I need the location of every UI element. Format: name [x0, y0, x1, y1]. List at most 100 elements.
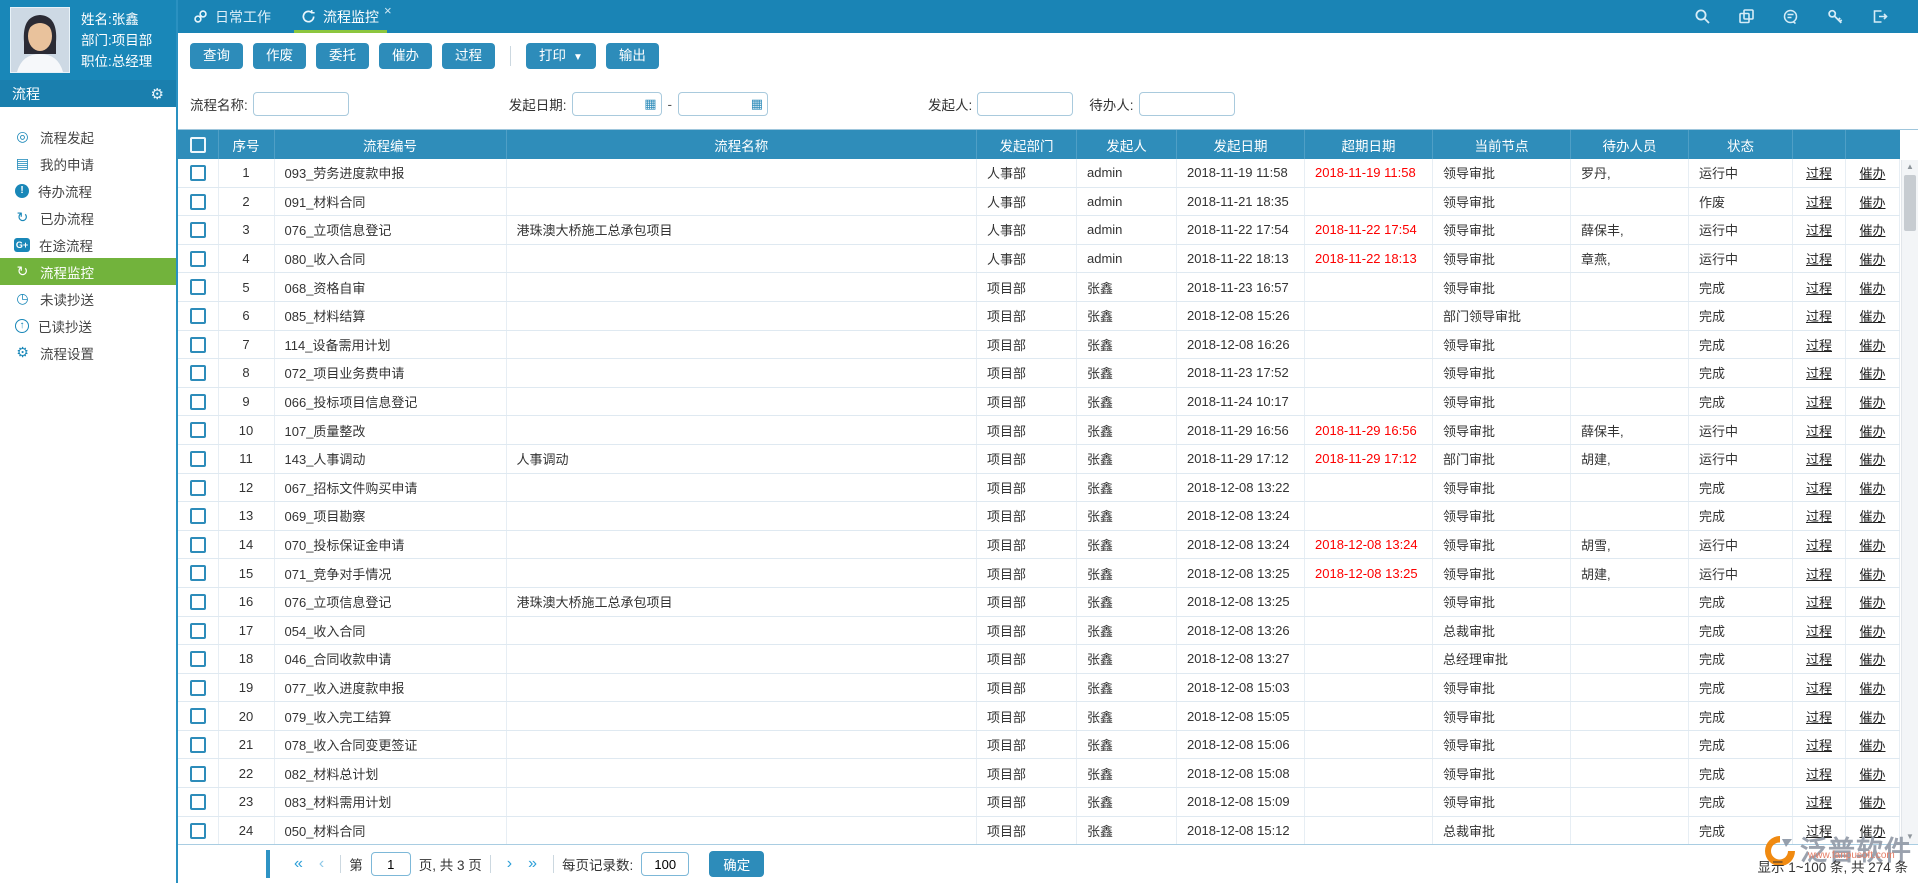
row-checkbox[interactable] — [190, 222, 206, 238]
urge-link[interactable]: 催办 — [1859, 309, 1885, 324]
process-link[interactable]: 过程 — [1806, 652, 1832, 667]
process-link[interactable]: 过程 — [1806, 366, 1832, 381]
tab-process-monitor[interactable]: 流程监控× — [286, 0, 407, 33]
sidebar-item-在途流程[interactable]: G+在途流程 — [0, 231, 176, 258]
urge-link[interactable]: 催办 — [1859, 395, 1885, 410]
logout-icon[interactable] — [1871, 8, 1888, 25]
row-checkbox[interactable] — [190, 680, 206, 696]
key-icon[interactable] — [1827, 8, 1844, 25]
row-checkbox[interactable] — [190, 480, 206, 496]
row-checkbox[interactable] — [190, 422, 206, 438]
sidebar-item-流程发起[interactable]: ◎流程发起 — [0, 123, 176, 150]
process-link[interactable]: 过程 — [1806, 538, 1832, 553]
page-number-input[interactable] — [371, 852, 411, 876]
process-link[interactable]: 过程 — [1806, 681, 1832, 696]
委托-button[interactable]: 委托 — [316, 43, 369, 69]
urge-link[interactable]: 催办 — [1859, 481, 1885, 496]
row-checkbox[interactable] — [190, 365, 206, 381]
assistant-icon[interactable] — [1782, 8, 1800, 25]
select-all-checkbox[interactable] — [190, 137, 206, 153]
next-page-button[interactable]: › — [507, 856, 512, 872]
process-link[interactable]: 过程 — [1806, 252, 1832, 267]
过程-button[interactable]: 过程 — [442, 43, 495, 69]
row-checkbox[interactable] — [190, 451, 206, 467]
row-checkbox[interactable] — [190, 537, 206, 553]
row-checkbox[interactable] — [190, 823, 206, 839]
row-checkbox[interactable] — [190, 337, 206, 353]
process-link[interactable]: 过程 — [1806, 567, 1832, 582]
urge-link[interactable]: 催办 — [1859, 710, 1885, 725]
tab-daily-work[interactable]: 日常工作 — [178, 0, 286, 33]
urge-link[interactable]: 催办 — [1859, 281, 1885, 296]
row-checkbox[interactable] — [190, 279, 206, 295]
per-page-input[interactable] — [641, 852, 689, 876]
row-checkbox[interactable] — [190, 165, 206, 181]
scroll-down-icon[interactable]: ▼ — [1902, 830, 1918, 844]
process-link[interactable]: 过程 — [1806, 452, 1832, 467]
row-checkbox[interactable] — [190, 737, 206, 753]
sidebar-item-流程设置[interactable]: ⚙流程设置 — [0, 339, 176, 366]
催办-button[interactable]: 催办 — [379, 43, 432, 69]
filter-date-to-input[interactable] — [678, 92, 768, 116]
row-checkbox[interactable] — [190, 766, 206, 782]
urge-link[interactable]: 催办 — [1859, 652, 1885, 667]
row-checkbox[interactable] — [190, 251, 206, 267]
urge-link[interactable]: 催办 — [1859, 767, 1885, 782]
process-link[interactable]: 过程 — [1806, 824, 1832, 839]
print-button[interactable]: 打印▼ — [526, 43, 596, 69]
row-checkbox[interactable] — [190, 508, 206, 524]
process-link[interactable]: 过程 — [1806, 767, 1832, 782]
process-link[interactable]: 过程 — [1806, 424, 1832, 439]
row-checkbox[interactable] — [190, 565, 206, 581]
row-checkbox[interactable] — [190, 794, 206, 810]
search-icon[interactable] — [1694, 8, 1711, 25]
process-link[interactable]: 过程 — [1806, 481, 1832, 496]
urge-link[interactable]: 催办 — [1859, 824, 1885, 839]
process-link[interactable]: 过程 — [1806, 338, 1832, 353]
last-page-button[interactable]: » — [528, 856, 537, 872]
urge-link[interactable]: 催办 — [1859, 166, 1885, 181]
scroll-up-icon[interactable]: ▲ — [1902, 160, 1918, 174]
process-link[interactable]: 过程 — [1806, 309, 1832, 324]
sidebar-item-已读抄送[interactable]: ↑已读抄送 — [0, 312, 176, 339]
sidebar-item-流程监控[interactable]: ↻流程监控 — [0, 258, 176, 285]
sidebar-settings-gear-icon[interactable]: ⚙ — [151, 85, 164, 103]
row-checkbox[interactable] — [190, 651, 206, 667]
windows-icon[interactable] — [1738, 8, 1755, 25]
row-checkbox[interactable] — [190, 394, 206, 410]
process-link[interactable]: 过程 — [1806, 624, 1832, 639]
filter-date-from-input[interactable] — [572, 92, 662, 116]
urge-link[interactable]: 催办 — [1859, 366, 1885, 381]
urge-link[interactable]: 催办 — [1859, 538, 1885, 553]
sidebar-item-已办流程[interactable]: ↻已办流程 — [0, 204, 176, 231]
sidebar-item-待办流程[interactable]: !待办流程 — [0, 177, 176, 204]
urge-link[interactable]: 催办 — [1859, 624, 1885, 639]
urge-link[interactable]: 催办 — [1859, 452, 1885, 467]
process-link[interactable]: 过程 — [1806, 195, 1832, 210]
process-link[interactable]: 过程 — [1806, 281, 1832, 296]
first-page-button[interactable]: « — [294, 856, 303, 872]
scrollbar-thumb[interactable] — [1904, 175, 1916, 231]
process-link[interactable]: 过程 — [1806, 710, 1832, 725]
output-button[interactable]: 输出 — [606, 43, 659, 69]
process-link[interactable]: 过程 — [1806, 795, 1832, 810]
urge-link[interactable]: 催办 — [1859, 738, 1885, 753]
urge-link[interactable]: 催办 — [1859, 567, 1885, 582]
row-checkbox[interactable] — [190, 623, 206, 639]
查询-button[interactable]: 查询 — [190, 43, 243, 69]
row-checkbox[interactable] — [190, 708, 206, 724]
process-link[interactable]: 过程 — [1806, 509, 1832, 524]
sidebar-item-我的申请[interactable]: ▤我的申请 — [0, 150, 176, 177]
urge-link[interactable]: 催办 — [1859, 223, 1885, 238]
filter-assignee-input[interactable] — [1139, 92, 1235, 116]
row-checkbox[interactable] — [190, 308, 206, 324]
process-link[interactable]: 过程 — [1806, 223, 1832, 238]
prev-page-button[interactable]: ‹ — [319, 856, 324, 872]
filter-initiator-input[interactable] — [977, 92, 1073, 116]
sidebar-item-未读抄送[interactable]: ◷未读抄送 — [0, 285, 176, 312]
urge-link[interactable]: 催办 — [1859, 681, 1885, 696]
urge-link[interactable]: 催办 — [1859, 195, 1885, 210]
urge-link[interactable]: 催办 — [1859, 338, 1885, 353]
close-tab-icon[interactable]: × — [384, 3, 392, 18]
row-checkbox[interactable] — [190, 594, 206, 610]
